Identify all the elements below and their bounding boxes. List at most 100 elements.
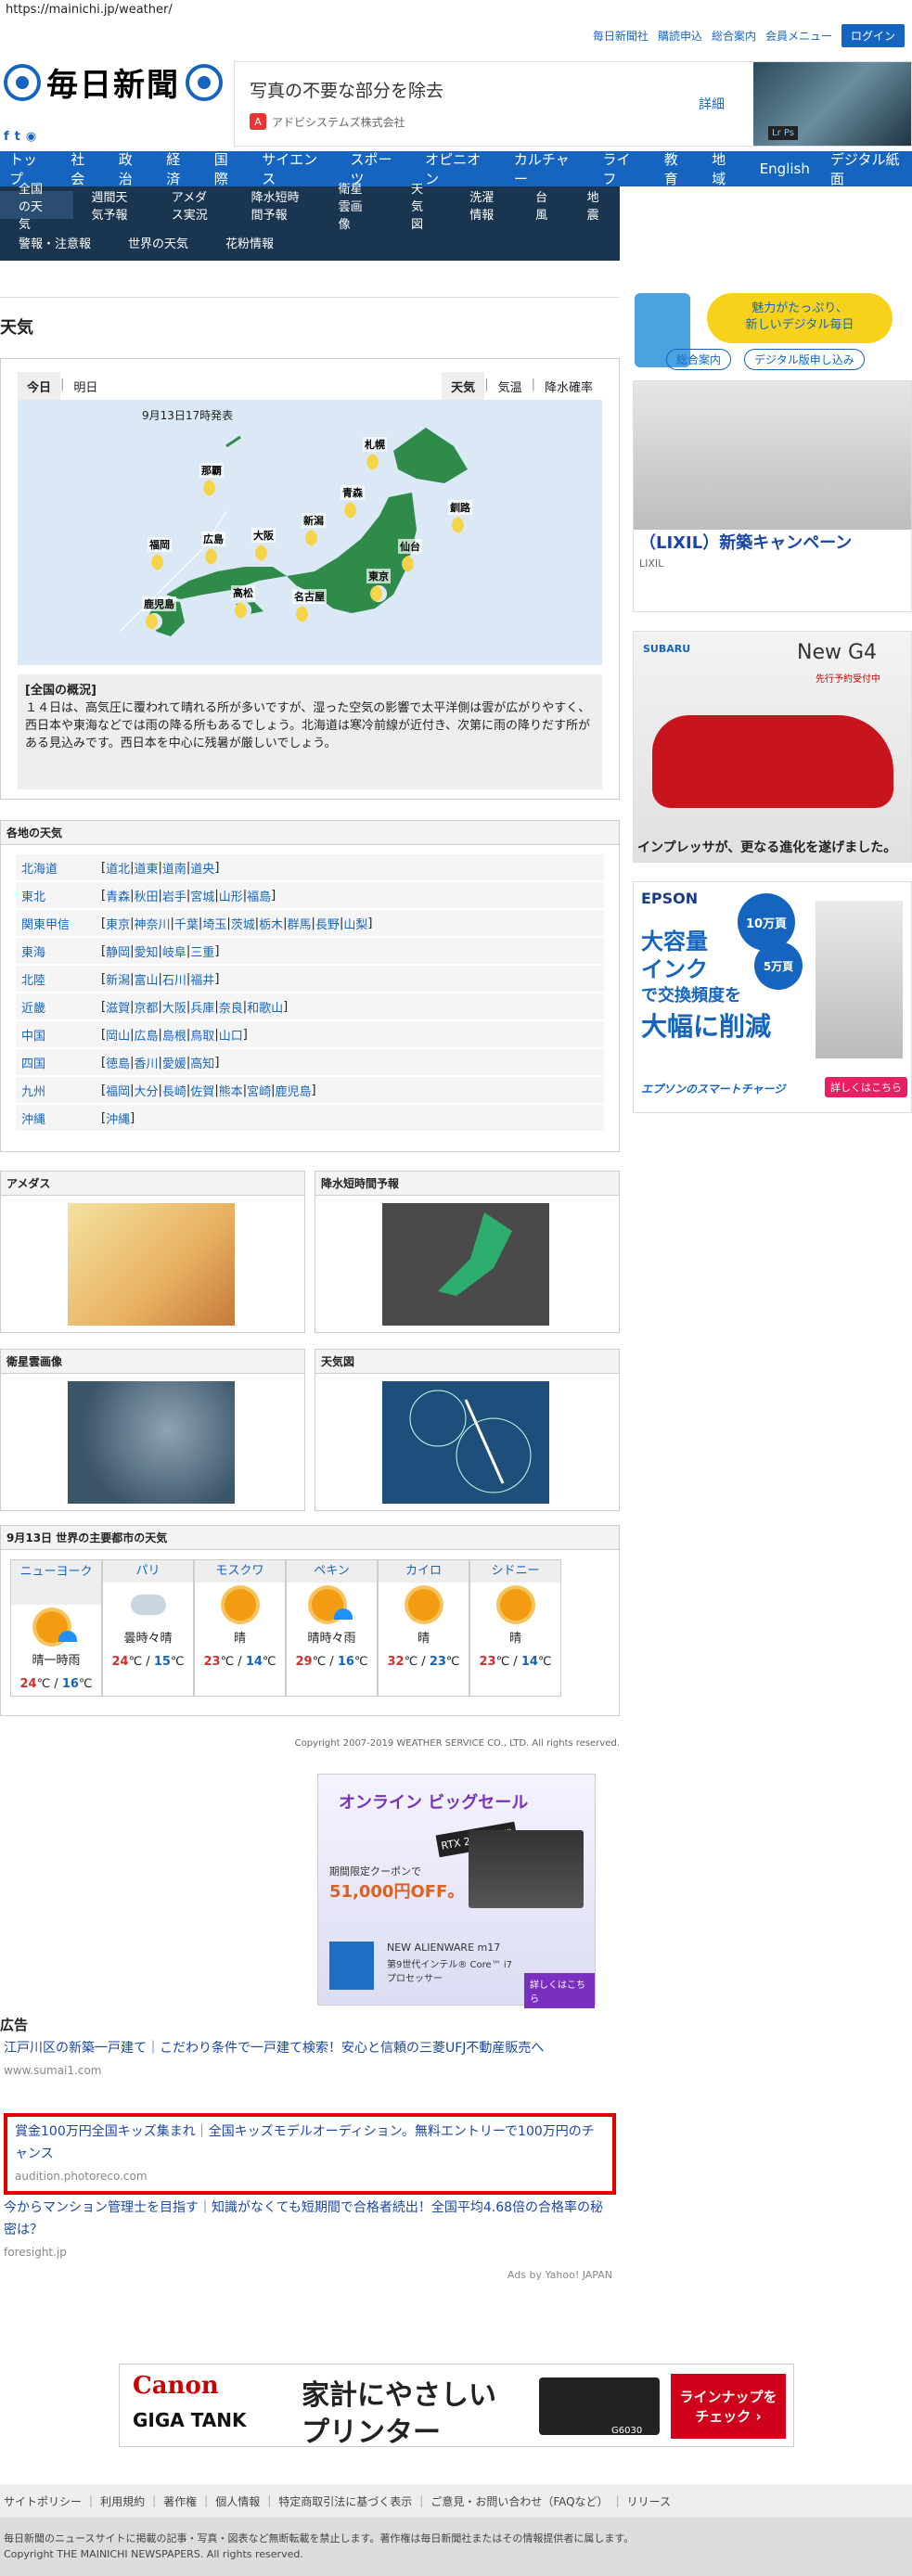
subnav-chart[interactable]: 天気図 xyxy=(392,179,451,232)
prefecture-link[interactable]: 岡山 xyxy=(106,1026,130,1044)
tab-precip-prob[interactable]: 降水確率 xyxy=(535,372,602,401)
city-aomori[interactable]: 青森 xyxy=(340,485,365,500)
city-fukuoka[interactable]: 福岡 xyxy=(148,537,172,552)
nav-politics[interactable]: 政治 xyxy=(119,149,147,188)
prefecture-link[interactable]: 香川 xyxy=(134,1054,158,1071)
region-name[interactable]: 四国 xyxy=(16,1054,101,1071)
prefecture-link[interactable]: 山口 xyxy=(219,1026,243,1044)
side-ad1-guide-button[interactable]: 総合案内 xyxy=(666,349,732,370)
toplink-member[interactable]: 会員メニュー xyxy=(765,28,832,44)
text-ad-title[interactable]: 江戸川区の新築一戸建て｜こだわり条件で一戸建て検索！安心と信頼の三菱UFJ不動産… xyxy=(4,2037,616,2059)
footer-link[interactable]: ご意見・お問い合わせ（FAQなど） xyxy=(430,2493,608,2509)
twitter-icon[interactable]: t xyxy=(15,130,20,144)
prefecture-link[interactable]: 熊本 xyxy=(219,1082,243,1099)
world-city-name[interactable]: モスクワ xyxy=(195,1560,285,1583)
text-ad-title[interactable]: 賞金100万円全国キッズ集まれ｜全国キッズモデルオーディション。無料エントリーで… xyxy=(15,2121,605,2165)
prefecture-link[interactable]: 福岡 xyxy=(106,1082,130,1099)
prefecture-link[interactable]: 神奈川 xyxy=(134,915,170,932)
prefecture-link[interactable]: 群馬 xyxy=(288,915,312,932)
nav-economy[interactable]: 経済 xyxy=(166,149,194,188)
url-bar[interactable]: https://mainichi.jp/weather/ xyxy=(0,0,912,20)
subnav-warnings[interactable]: 警報・注意報 xyxy=(0,234,109,251)
subnav-precip[interactable]: 降水短時間予報 xyxy=(233,187,320,223)
weather-chart-thumbnail[interactable] xyxy=(382,1381,549,1504)
side-ad-epson[interactable]: EPSON 大容量 インク で交換頻度を 大幅に削減 10万頁 5万頁 エプソン… xyxy=(633,881,912,1113)
region-name[interactable]: 関東甲信 xyxy=(16,915,101,932)
prefecture-link[interactable]: 東京 xyxy=(106,915,130,932)
tab-today[interactable]: 今日 xyxy=(18,372,61,401)
nav-culture[interactable]: カルチャー xyxy=(514,149,583,188)
prefecture-link[interactable]: 道東 xyxy=(134,859,158,877)
text-ad-highlighted[interactable]: 賞金100万円全国キッズ集まれ｜全国キッズモデルオーディション。無料エントリーで… xyxy=(4,2113,616,2195)
prefecture-link[interactable]: 栃木 xyxy=(259,915,283,932)
world-city-name[interactable]: シドニー xyxy=(470,1560,560,1583)
prefecture-link[interactable]: 静岡 xyxy=(106,942,130,960)
prefecture-link[interactable]: 千葉 xyxy=(174,915,199,932)
login-button[interactable]: ログイン xyxy=(841,24,905,47)
city-sapporo[interactable]: 札幌 xyxy=(363,437,387,452)
world-city-name[interactable]: カイロ xyxy=(379,1560,469,1583)
prefecture-link[interactable]: 岐阜 xyxy=(162,942,186,960)
prefecture-link[interactable]: 茨城 xyxy=(231,915,255,932)
prefecture-link[interactable]: 秋田 xyxy=(134,887,158,904)
toplink-guide[interactable]: 総合案内 xyxy=(712,28,756,44)
tab-tomorrow[interactable]: 明日 xyxy=(64,372,107,401)
prefecture-link[interactable]: 広島 xyxy=(134,1026,158,1044)
amedas-thumbnail[interactable] xyxy=(68,1203,235,1326)
text-ad[interactable]: 今からマンション管理士を目指す｜知識がなくても短期間で合格者続出！全国平均4.6… xyxy=(4,2197,616,2263)
tab-temperature[interactable]: 気温 xyxy=(489,372,532,401)
nav-life[interactable]: ライフ xyxy=(602,149,643,188)
nav-society[interactable]: 社会 xyxy=(71,149,98,188)
prefecture-link[interactable]: 福井 xyxy=(190,970,214,988)
prefecture-link[interactable]: 高知 xyxy=(190,1054,214,1071)
panel-precip[interactable]: 降水短時間予報 xyxy=(315,1171,620,1333)
top-banner-ad[interactable]: 写真の不要な部分を除去 A アドビシステムズ株式会社 詳細 Lr Ps xyxy=(234,61,912,147)
side-ad-subaru[interactable]: SUBARU New G4 先行予約受付中 インプレッサが、更なる進化を遂げまし… xyxy=(633,631,912,863)
city-kagoshima[interactable]: 鹿児島 xyxy=(142,596,176,611)
city-kushiro[interactable]: 釧路 xyxy=(448,500,472,515)
prefecture-link[interactable]: 富山 xyxy=(134,970,158,988)
prefecture-link[interactable]: 愛知 xyxy=(134,942,158,960)
footer-link[interactable]: サイトポリシー xyxy=(4,2493,82,2509)
prefecture-link[interactable]: 長野 xyxy=(315,915,340,932)
toplink-company[interactable]: 毎日新聞社 xyxy=(593,28,649,44)
region-name[interactable]: 九州 xyxy=(16,1082,101,1099)
prefecture-link[interactable]: 福島 xyxy=(247,887,271,904)
footer-link[interactable]: リリース xyxy=(627,2493,671,2509)
prefecture-link[interactable]: 山梨 xyxy=(343,915,367,932)
subnav-laundry[interactable]: 洗濯情報 xyxy=(451,187,517,223)
nav-english[interactable]: English xyxy=(760,160,810,177)
prefecture-link[interactable]: 鹿児島 xyxy=(276,1082,312,1099)
toplink-subscribe[interactable]: 購読申込 xyxy=(658,28,702,44)
region-name[interactable]: 中国 xyxy=(16,1026,101,1044)
canon-cta[interactable]: ラインナップを チェック › xyxy=(671,2374,786,2439)
prefecture-link[interactable]: 鳥取 xyxy=(190,1026,214,1044)
prefecture-link[interactable]: 佐賀 xyxy=(190,1082,214,1099)
subnav-typhoon[interactable]: 台風 xyxy=(517,187,568,223)
side-ad-lixil[interactable]: （LIXIL）新築キャンペーン LIXIL xyxy=(633,380,912,612)
world-city-name[interactable]: ペキン xyxy=(287,1560,377,1583)
city-hiroshima[interactable]: 広島 xyxy=(201,532,225,546)
rss-icon[interactable]: ◉ xyxy=(26,130,36,144)
sponsor-ad-cta[interactable]: 詳しくはこちら xyxy=(524,1973,595,2008)
prefecture-link[interactable]: 新潟 xyxy=(106,970,130,988)
nav-digital[interactable]: デジタル紙面 xyxy=(830,149,912,188)
epson-cta[interactable]: 詳しくはこちら xyxy=(825,1077,907,1097)
prefecture-link[interactable]: 和歌山 xyxy=(247,998,283,1016)
city-tokyo[interactable]: 東京 xyxy=(366,569,391,583)
prefecture-link[interactable]: 大阪 xyxy=(162,998,186,1016)
prefecture-link[interactable]: 岩手 xyxy=(162,887,186,904)
panel-satellite[interactable]: 衛星雲画像 xyxy=(0,1349,305,1511)
prefecture-link[interactable]: 宮城 xyxy=(190,887,214,904)
prefecture-link[interactable]: 兵庫 xyxy=(190,998,214,1016)
prefecture-link[interactable]: 沖縄 xyxy=(106,1109,130,1127)
lixil-title[interactable]: （LIXIL）新築キャンペーン xyxy=(639,530,852,554)
prefecture-link[interactable]: 長崎 xyxy=(162,1082,186,1099)
subnav-earthquake[interactable]: 地震 xyxy=(569,187,620,223)
prefecture-link[interactable]: 石川 xyxy=(162,970,186,988)
prefecture-link[interactable]: 山形 xyxy=(219,887,243,904)
city-naha[interactable]: 那覇 xyxy=(199,463,224,478)
prefecture-link[interactable]: 大分 xyxy=(134,1082,158,1099)
prefecture-link[interactable]: 宮崎 xyxy=(247,1082,271,1099)
prefecture-link[interactable]: 道南 xyxy=(162,859,186,877)
